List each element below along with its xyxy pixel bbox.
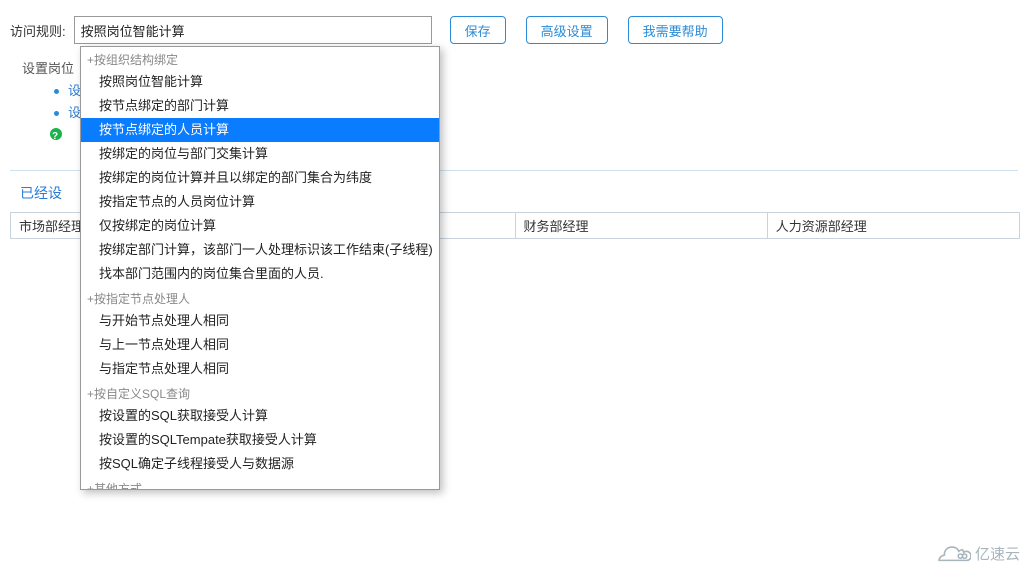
list-item[interactable]: 设 — [58, 80, 81, 102]
dropdown-item[interactable]: 按照岗位智能计算 — [81, 70, 439, 94]
dropdown-item[interactable]: 按设置的SQLTempate获取接受人计算 — [81, 428, 439, 452]
dropdown-item[interactable]: 与指定节点处理人相同 — [81, 357, 439, 381]
cloud-icon — [937, 544, 971, 564]
list-item[interactable]: 设 — [58, 102, 81, 124]
dropdown-item[interactable]: 与上一节点处理人相同 — [81, 333, 439, 357]
dropdown-group-head: +其他方式 — [81, 476, 439, 490]
dropdown-item[interactable]: 按绑定的岗位与部门交集计算 — [81, 142, 439, 166]
already-set-label: 已经设 — [20, 183, 62, 203]
dropdown-item[interactable]: 按指定节点的人员岗位计算 — [81, 190, 439, 214]
role-cell[interactable]: 财务部经理 — [515, 213, 767, 239]
access-rule-dropdown[interactable]: +按组织结构绑定按照岗位智能计算按节点绑定的部门计算按节点绑定的人员计算按绑定的… — [80, 46, 440, 490]
question-icon: ? — [52, 126, 58, 148]
advanced-settings-button[interactable]: 高级设置 — [526, 16, 608, 44]
dropdown-group-head: +按自定义SQL查询 — [81, 381, 439, 404]
dropdown-item[interactable]: 按节点绑定的人员计算 — [81, 118, 439, 142]
access-rule-select[interactable]: 按照岗位智能计算 — [74, 16, 432, 44]
help-button[interactable]: 我需要帮助 — [628, 16, 723, 44]
dropdown-item[interactable]: 找本部门范围内的岗位集合里面的人员. — [81, 262, 439, 286]
dropdown-item[interactable]: 按绑定部门计算，该部门一人处理标识该工作结束(子线程) — [81, 238, 439, 262]
save-button[interactable]: 保存 — [450, 16, 506, 44]
dropdown-item[interactable]: 按设置的SQL获取接受人计算 — [81, 404, 439, 428]
dropdown-group-head: +按指定节点处理人 — [81, 286, 439, 309]
section-set-position-label: 设置岗位 — [22, 58, 74, 77]
role-cell[interactable]: 人力资源部经理 — [767, 213, 1019, 239]
dropdown-item[interactable]: 仅按绑定的岗位计算 — [81, 214, 439, 238]
access-rule-label: 访问规则: — [10, 21, 66, 40]
watermark-text: 亿速云 — [975, 543, 1020, 564]
watermark: 亿速云 — [937, 543, 1020, 564]
access-rule-value: 按照岗位智能计算 — [81, 21, 185, 40]
dropdown-item[interactable]: 与开始节点处理人相同 — [81, 309, 439, 333]
dropdown-item[interactable]: 按SQL确定子线程接受人与数据源 — [81, 452, 439, 476]
dropdown-group-head: +按组织结构绑定 — [81, 47, 439, 70]
dropdown-item[interactable]: 按绑定的岗位计算并且以绑定的部门集合为纬度 — [81, 166, 439, 190]
bullet-list: 设 设 ? — [58, 80, 81, 124]
dropdown-item[interactable]: 按节点绑定的部门计算 — [81, 94, 439, 118]
top-toolbar: 访问规则: 按照岗位智能计算 保存 高级设置 我需要帮助 — [0, 0, 1028, 50]
